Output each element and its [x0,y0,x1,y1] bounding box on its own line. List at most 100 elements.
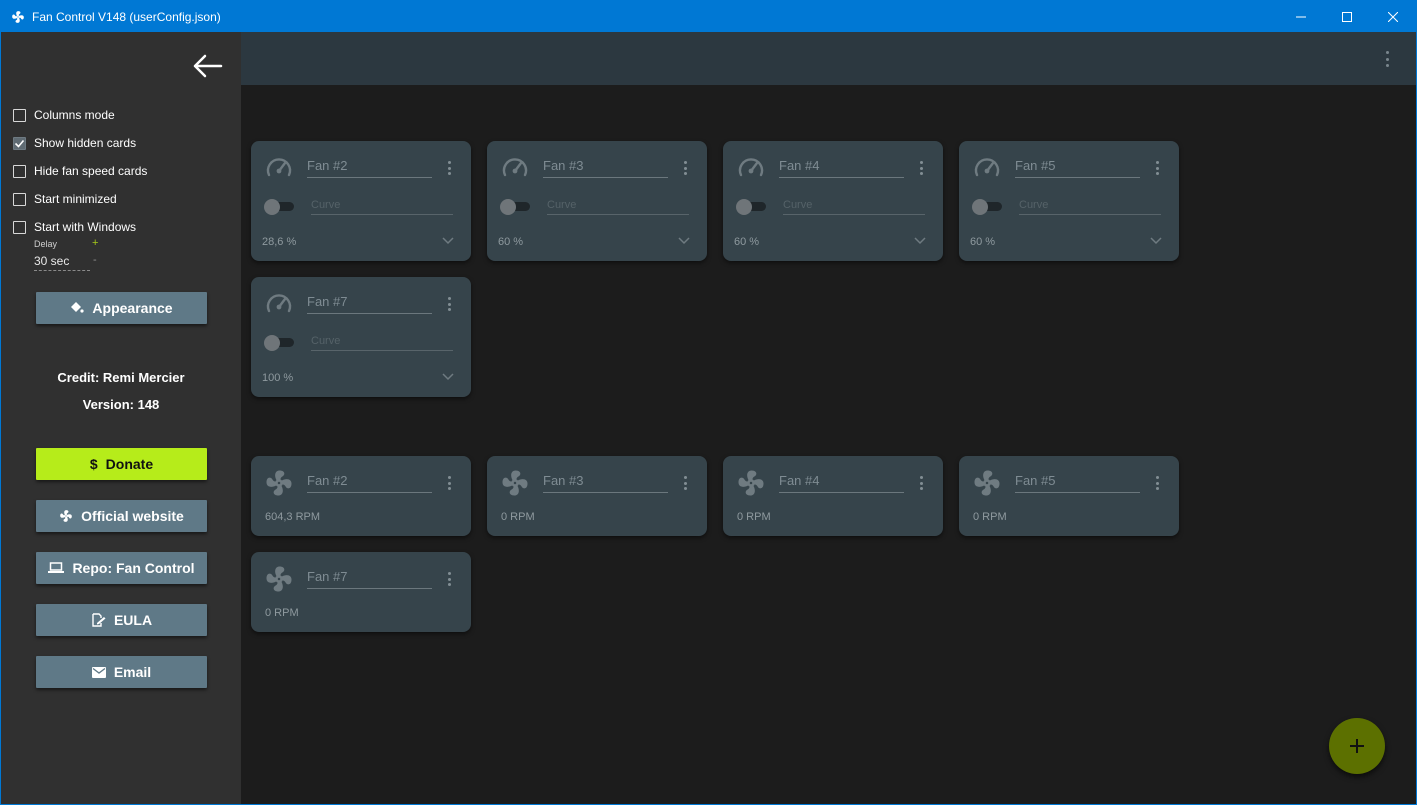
enable-toggle[interactable] [972,199,1004,215]
add-card-button[interactable] [1329,718,1385,774]
start-minimized-checkbox[interactable]: Start minimized [13,191,117,207]
card-menu-icon[interactable] [448,161,452,175]
speedometer-icon [502,158,528,177]
card-menu-icon[interactable] [448,297,452,311]
enable-toggle[interactable] [736,199,768,215]
close-button[interactable] [1370,1,1416,32]
speed-card[interactable]: Fan #7 0 RPM [251,552,471,632]
document-edit-icon [91,613,106,627]
delay-increase-button[interactable]: + [92,237,98,249]
card-menu-icon[interactable] [1156,476,1160,490]
plus-icon [1350,739,1364,753]
top-app-bar [241,32,1416,85]
card-menu-icon[interactable] [448,476,452,490]
fan-name-field[interactable]: Fan #7 [307,294,432,314]
fan-icon [738,470,764,496]
fan-name-field[interactable]: Fan #4 [779,473,904,493]
speed-card[interactable]: Fan #3 0 RPM [487,456,707,536]
fan-name-field[interactable]: Fan #4 [779,158,904,178]
chevron-down-icon[interactable] [914,237,926,245]
checkbox-box[interactable] [13,108,26,122]
fan-icon [59,509,73,523]
curve-select[interactable]: Curve [311,199,453,215]
speedometer-icon [266,158,292,177]
speed-card[interactable]: Fan #4 0 RPM [723,456,943,536]
version-text: Version: 148 [82,397,160,412]
chevron-down-icon[interactable] [442,373,454,381]
speed-card[interactable]: Fan #5 0 RPM [959,456,1179,536]
speed-card[interactable]: Fan #2 604,3 RPM [251,456,471,536]
delay-decrease-button[interactable]: - [93,254,97,266]
curve-select[interactable]: Curve [1019,199,1161,215]
checkbox-box[interactable] [13,192,26,206]
control-card[interactable]: Fan #7 Curve 100 % [251,277,471,397]
official-website-button[interactable]: Official website [36,500,207,532]
checkbox-label: Start minimized [34,192,117,206]
start-with-windows-checkbox[interactable]: Start with Windows [13,219,136,235]
chevron-down-icon[interactable] [442,237,454,245]
show-hidden-cards-checkbox[interactable]: Show hidden cards [13,135,136,151]
control-card[interactable]: Fan #5 Curve 60 % [959,141,1179,261]
delay-value[interactable]: 30 sec [34,254,90,271]
card-menu-icon[interactable] [920,476,924,490]
fan-rpm: 0 RPM [737,511,771,523]
hide-fan-speed-cards-checkbox[interactable]: Hide fan speed cards [13,163,147,179]
window-title: Fan Control V148 (userConfig.json) [32,9,221,24]
checkbox-box[interactable] [13,136,26,150]
fan-percent: 28,6 % [262,236,297,248]
donate-label: Donate [105,456,154,472]
card-menu-icon[interactable] [448,572,452,586]
chevron-down-icon[interactable] [678,237,690,245]
enable-toggle[interactable] [264,199,296,215]
fan-rpm: 0 RPM [501,511,535,523]
fan-name-field[interactable]: Fan #2 [307,158,432,178]
checkmark-icon [14,139,25,148]
maximize-button[interactable] [1324,1,1370,32]
control-card[interactable]: Fan #2 Curve 28,6 % [251,141,471,261]
checkbox-label: Hide fan speed cards [34,164,148,178]
repo-button[interactable]: Repo: Fan Control [36,552,207,584]
card-menu-icon[interactable] [1156,161,1160,175]
checkbox-box[interactable] [13,164,26,178]
checkbox-label: Show hidden cards [34,136,137,150]
fan-name-field[interactable]: Fan #7 [307,569,432,589]
enable-toggle[interactable] [500,199,532,215]
title-bar[interactable]: Fan Control V148 (userConfig.json) [1,1,1416,32]
checkbox-label: Start with Windows [34,220,137,234]
fan-percent: 60 % [970,236,996,248]
fan-name-field[interactable]: Fan #5 [1015,473,1140,493]
curve-select[interactable]: Curve [783,199,925,215]
card-menu-icon[interactable] [920,161,924,175]
fan-icon [974,470,1000,496]
fan-icon [266,470,292,496]
checkbox-box[interactable] [13,220,26,234]
fan-name-field[interactable]: Fan #5 [1015,158,1140,178]
fan-name-field[interactable]: Fan #3 [543,473,668,493]
card-menu-icon[interactable] [684,161,688,175]
control-card[interactable]: Fan #4 Curve 60 % [723,141,943,261]
eula-label: EULA [113,612,153,628]
donate-button[interactable]: $ Donate [36,448,207,480]
chevron-down-icon[interactable] [1150,237,1162,245]
columns-mode-checkbox[interactable]: Columns mode [13,107,115,123]
card-menu-icon[interactable] [684,476,688,490]
eula-button[interactable]: EULA [36,604,207,636]
back-arrow-icon[interactable] [191,52,223,80]
more-options-icon[interactable] [1382,49,1392,69]
settings-sidebar: Columns mode Show hidden cards Hide fan … [1,32,241,804]
speedometer-icon [738,158,764,177]
minimize-button[interactable] [1278,1,1324,32]
appearance-button[interactable]: Appearance [36,292,207,324]
fan-icon [266,566,292,592]
control-card[interactable]: Fan #3 Curve 60 % [487,141,707,261]
laptop-icon [48,562,65,574]
curve-select[interactable]: Curve [311,335,453,351]
curve-select[interactable]: Curve [547,199,689,215]
fan-percent: 60 % [734,236,760,248]
enable-toggle[interactable] [264,335,296,351]
email-button[interactable]: Email [36,656,207,688]
fan-percent: 100 % [262,372,294,384]
fan-name-field[interactable]: Fan #2 [307,473,432,493]
fan-app-icon [10,9,26,25]
fan-name-field[interactable]: Fan #3 [543,158,668,178]
